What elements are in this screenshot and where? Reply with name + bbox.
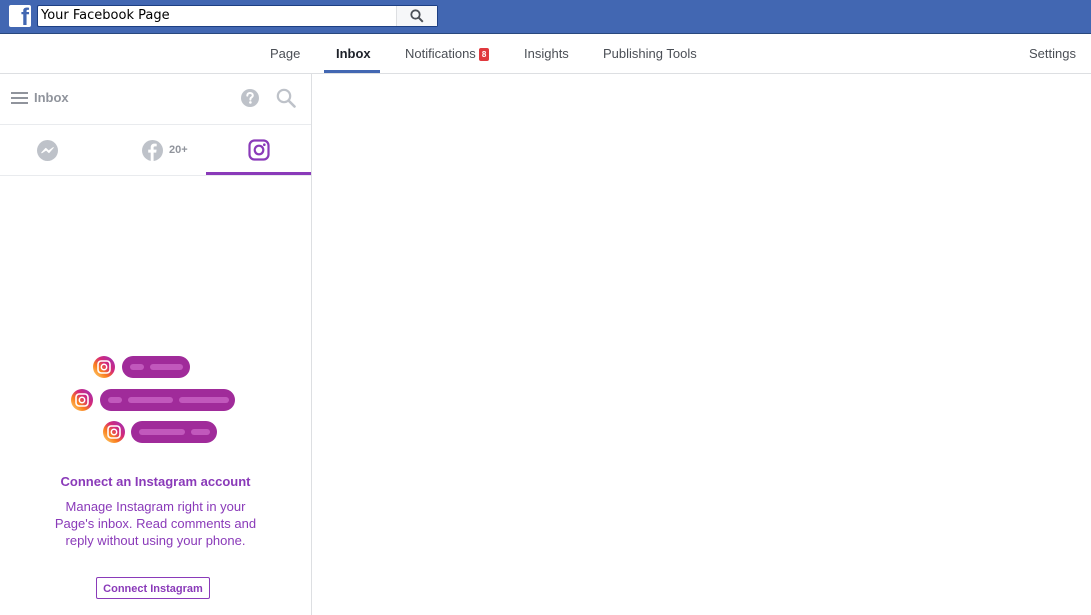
logo-letter: f [21,5,29,28]
nav-tab-notifications[interactable]: Notifications 8 [405,35,490,73]
active-tab-indicator [324,70,380,73]
search-button[interactable] [396,6,437,26]
notification-count-badge: 8 [478,48,490,61]
instagram-badge-icon [103,421,125,443]
instagram-badge-icon [93,356,115,378]
connect-instagram-title: Connect an Instagram account [60,474,251,489]
search-input[interactable] [41,7,396,25]
nav-tab-insights[interactable]: Insights [524,35,569,73]
instagram-messages-illustration [71,356,235,443]
search-box [37,5,438,27]
search-icon [410,9,424,23]
conversation-pane [312,74,1091,615]
nav-tab-publishing-tools[interactable]: Publishing Tools [603,35,697,73]
inbox-panel: Inbox 20+ Connect an Instagram account M… [0,74,312,615]
settings-link[interactable]: Settings [1029,35,1076,73]
facebook-logo-icon[interactable]: f [9,5,31,27]
top-bar: f [0,0,1091,34]
notifications-label: Notifications [405,46,476,61]
nav-tab-inbox[interactable]: Inbox [336,35,371,73]
nav-tab-page[interactable]: Page [270,35,300,73]
page-nav: Page Inbox Notifications 8 Insights Publi… [0,35,1091,74]
instagram-badge-icon [71,389,93,411]
connect-instagram-description: Manage Instagram right in your Page's in… [54,499,257,548]
connect-instagram-button[interactable]: Connect Instagram [96,577,210,599]
